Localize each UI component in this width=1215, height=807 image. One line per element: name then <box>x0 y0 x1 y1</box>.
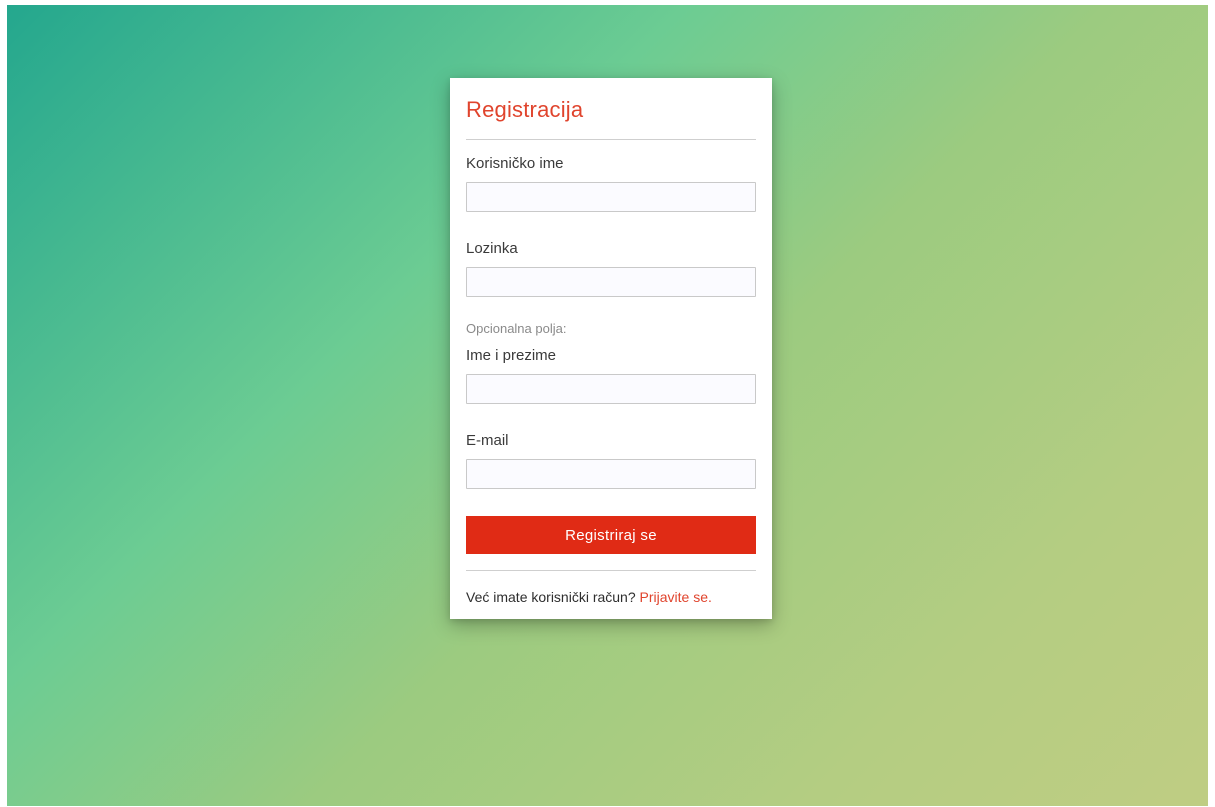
footer-divider <box>466 570 756 571</box>
email-input[interactable] <box>466 459 756 489</box>
form-title: Registracija <box>466 97 584 122</box>
title-divider <box>466 139 756 140</box>
registration-card: Registracija Korisničko ime Lozinka Opci… <box>450 78 772 619</box>
password-label: Lozinka <box>466 240 518 257</box>
login-prompt: Već imate korisnički račun? Prijavite se… <box>466 587 756 607</box>
fullname-input[interactable] <box>466 374 756 404</box>
email-label: E-mail <box>466 432 509 449</box>
username-input[interactable] <box>466 182 756 212</box>
optional-fields-note: Opcionalna polja: <box>466 321 567 336</box>
password-input[interactable] <box>466 267 756 297</box>
register-button[interactable]: Registriraj se <box>466 516 756 554</box>
fullname-label: Ime i prezime <box>466 347 557 364</box>
page-background: Registracija Korisničko ime Lozinka Opci… <box>7 5 1208 806</box>
login-link[interactable]: Prijavite se. <box>640 589 712 605</box>
login-prompt-text: Već imate korisnički račun? <box>466 589 636 605</box>
username-label: Korisničko ime <box>466 155 564 172</box>
